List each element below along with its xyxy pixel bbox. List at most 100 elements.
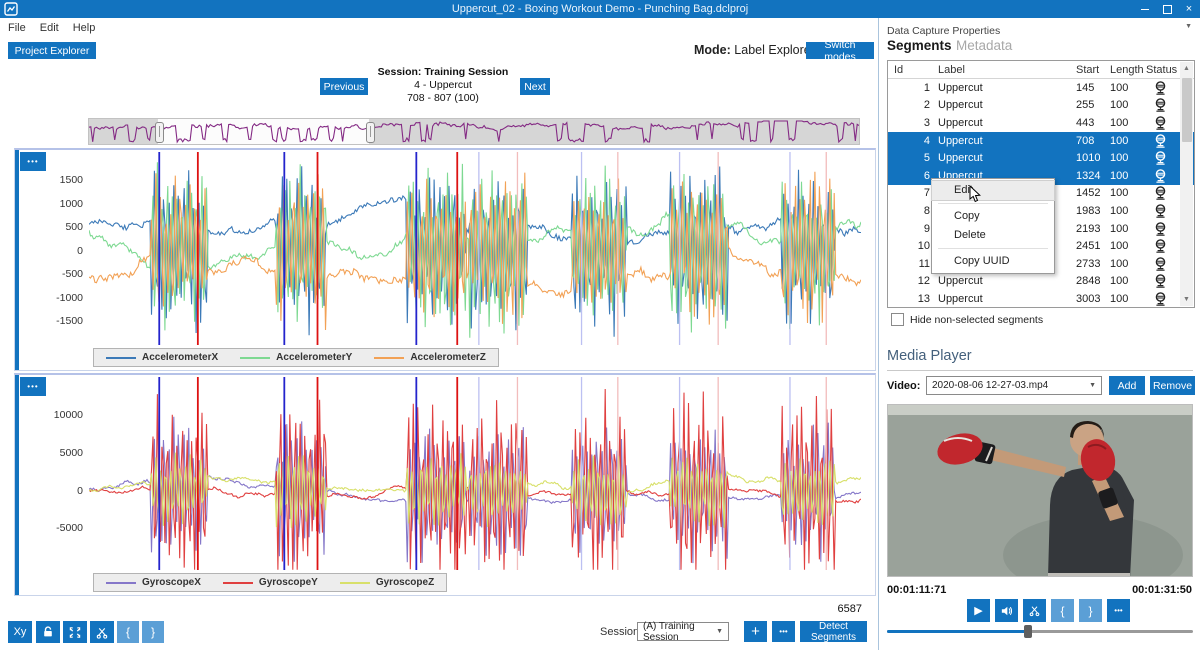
context-menu-item-copy[interactable]: Copy bbox=[932, 207, 1054, 226]
segment-label: Uppercut bbox=[932, 117, 1076, 129]
video-time-end: 00:01:31:50 bbox=[1132, 584, 1192, 596]
context-menu-item-edit[interactable]: Edit bbox=[932, 181, 1054, 200]
segment-label: Uppercut bbox=[932, 293, 1076, 305]
video-remove-button[interactable]: Remove bbox=[1150, 376, 1195, 395]
restore-button[interactable] bbox=[1156, 0, 1178, 18]
segment-length: 100 bbox=[1110, 82, 1146, 94]
session-select[interactable]: (A) Training Session ▼ bbox=[637, 622, 729, 641]
video-add-button[interactable]: Add bbox=[1109, 376, 1145, 395]
close-button[interactable]: × bbox=[1178, 0, 1200, 18]
video-frame[interactable] bbox=[887, 404, 1193, 577]
clip-start-button[interactable]: { bbox=[1051, 599, 1074, 622]
segment-length: 100 bbox=[1110, 187, 1146, 199]
play-icon: ▶ bbox=[974, 604, 982, 617]
overview-left-handle[interactable] bbox=[155, 122, 164, 143]
gyroscope-plot[interactable] bbox=[89, 377, 861, 570]
segment-id: 7 bbox=[888, 187, 932, 199]
table-scrollbar[interactable]: ▲▼ bbox=[1180, 62, 1193, 306]
segment-end-button[interactable]: } bbox=[142, 621, 164, 643]
session-overview-strip[interactable] bbox=[88, 118, 860, 145]
seek-bar[interactable] bbox=[887, 630, 1193, 633]
segment-id: 3 bbox=[888, 117, 932, 129]
player-more-button[interactable]: ••• bbox=[1107, 599, 1130, 622]
panel-header: Data Capture Properties bbox=[887, 25, 1000, 37]
menu-item-file[interactable]: File bbox=[8, 22, 26, 34]
column-header-status[interactable]: Status bbox=[1146, 64, 1174, 76]
scroll-up-icon[interactable]: ▲ bbox=[1180, 62, 1193, 75]
segment-row-4[interactable]: 4Uppercut708100 bbox=[888, 132, 1194, 150]
brace-open-label: { bbox=[126, 625, 130, 639]
session-more-button[interactable]: ••• bbox=[772, 621, 795, 642]
accelerometer-chart-panel: ••• 150010005000-500-1000-1500 Accelerom… bbox=[14, 148, 876, 371]
column-header-id[interactable]: Id bbox=[888, 64, 932, 76]
chart-left-strip bbox=[15, 375, 19, 595]
detect-segments-button[interactable]: Detect Segments bbox=[800, 621, 867, 642]
video-select[interactable]: 2020-08-06 12-27-03.mp4 ▼ bbox=[926, 376, 1102, 395]
lock-button[interactable] bbox=[36, 621, 60, 643]
fit-view-button[interactable] bbox=[63, 621, 87, 643]
segment-row-13[interactable]: 13Uppercut3003100 bbox=[888, 290, 1194, 308]
segment-id: 4 bbox=[888, 135, 932, 147]
menu-item-help[interactable]: Help bbox=[73, 22, 96, 34]
volume-button[interactable] bbox=[995, 599, 1018, 622]
clip-cut-button[interactable] bbox=[1023, 599, 1046, 622]
hide-non-selected-checkbox[interactable] bbox=[891, 313, 904, 326]
segment-start-button[interactable]: { bbox=[117, 621, 139, 643]
segment-id: 9 bbox=[888, 223, 932, 235]
accel-chart-menu-button[interactable]: ••• bbox=[20, 152, 46, 171]
add-session-button[interactable]: + bbox=[744, 621, 767, 642]
context-menu-item-copy-uuid[interactable]: Copy UUID bbox=[932, 252, 1054, 271]
accelerometer-plot[interactable] bbox=[89, 152, 861, 345]
gyro-chart-menu-button[interactable]: ••• bbox=[20, 377, 46, 396]
segment-row-5[interactable]: 5Uppercut1010100 bbox=[888, 149, 1194, 167]
legend-label: GyroscopeX bbox=[142, 577, 201, 588]
tab-segments[interactable]: Segments bbox=[887, 38, 952, 53]
next-session-button[interactable]: Next bbox=[520, 78, 550, 95]
previous-session-button[interactable]: Previous bbox=[320, 78, 368, 95]
segment-row-3[interactable]: 3Uppercut443100 bbox=[888, 114, 1194, 132]
segment-start: 1452 bbox=[1076, 187, 1110, 199]
menu-item-edit[interactable]: Edit bbox=[40, 22, 59, 34]
video-status-icon bbox=[1154, 292, 1167, 306]
xy-label: Xy bbox=[14, 626, 27, 638]
legend-item: GyroscopeZ bbox=[340, 577, 434, 588]
context-menu-item-delete[interactable]: Delete bbox=[932, 226, 1054, 245]
tab-metadata[interactable]: Metadata bbox=[956, 38, 1012, 53]
video-status-icon bbox=[1154, 222, 1167, 236]
segment-row-2[interactable]: 2Uppercut255100 bbox=[888, 97, 1194, 115]
legend-label: AccelerometerZ bbox=[410, 352, 486, 363]
play-button[interactable]: ▶ bbox=[967, 599, 990, 622]
scroll-down-icon[interactable]: ▼ bbox=[1180, 293, 1193, 306]
segment-row-1[interactable]: 1Uppercut145100 bbox=[888, 79, 1194, 97]
brace-close-label: } bbox=[151, 625, 155, 639]
column-header-label[interactable]: Label bbox=[932, 64, 1076, 76]
video-select-value: 2020-08-06 12-27-03.mp4 bbox=[932, 380, 1048, 391]
project-explorer-button[interactable]: Project Explorer bbox=[8, 42, 96, 59]
y-tick-label: 5000 bbox=[43, 447, 83, 459]
panel-collapse-icon[interactable]: ▼ bbox=[1185, 23, 1192, 30]
legend-label: AccelerometerY bbox=[276, 352, 352, 363]
video-status-icon bbox=[1154, 257, 1167, 271]
segment-start: 1010 bbox=[1076, 152, 1110, 164]
clip-end-button[interactable]: } bbox=[1079, 599, 1102, 622]
segment-row-12[interactable]: 12Uppercut2848100 bbox=[888, 273, 1194, 291]
video-still-boxer bbox=[888, 405, 1193, 577]
seek-bar-handle[interactable] bbox=[1024, 625, 1032, 638]
minimize-button[interactable] bbox=[1134, 0, 1156, 18]
segment-length: 100 bbox=[1110, 99, 1146, 111]
column-header-start[interactable]: Start bbox=[1076, 64, 1110, 76]
switch-modes-button[interactable]: Switch modes bbox=[806, 42, 874, 59]
video-status-icon bbox=[1154, 151, 1167, 165]
segment-context-menu: Edit CopyDelete Copy UUID bbox=[931, 178, 1055, 274]
context-menu-separator bbox=[938, 248, 1048, 249]
scissors-icon bbox=[96, 626, 108, 639]
segment-length: 100 bbox=[1110, 275, 1146, 287]
y-tick-label: -500 bbox=[43, 268, 83, 280]
media-player-title: Media Player bbox=[887, 348, 972, 364]
column-header-length[interactable]: Length bbox=[1110, 64, 1146, 76]
scrollbar-thumb[interactable] bbox=[1182, 78, 1192, 142]
xy-axes-button[interactable]: Xy bbox=[8, 621, 32, 643]
overview-right-handle[interactable] bbox=[366, 122, 375, 143]
video-status-icon bbox=[1154, 204, 1167, 218]
cut-segment-button[interactable] bbox=[90, 621, 114, 643]
